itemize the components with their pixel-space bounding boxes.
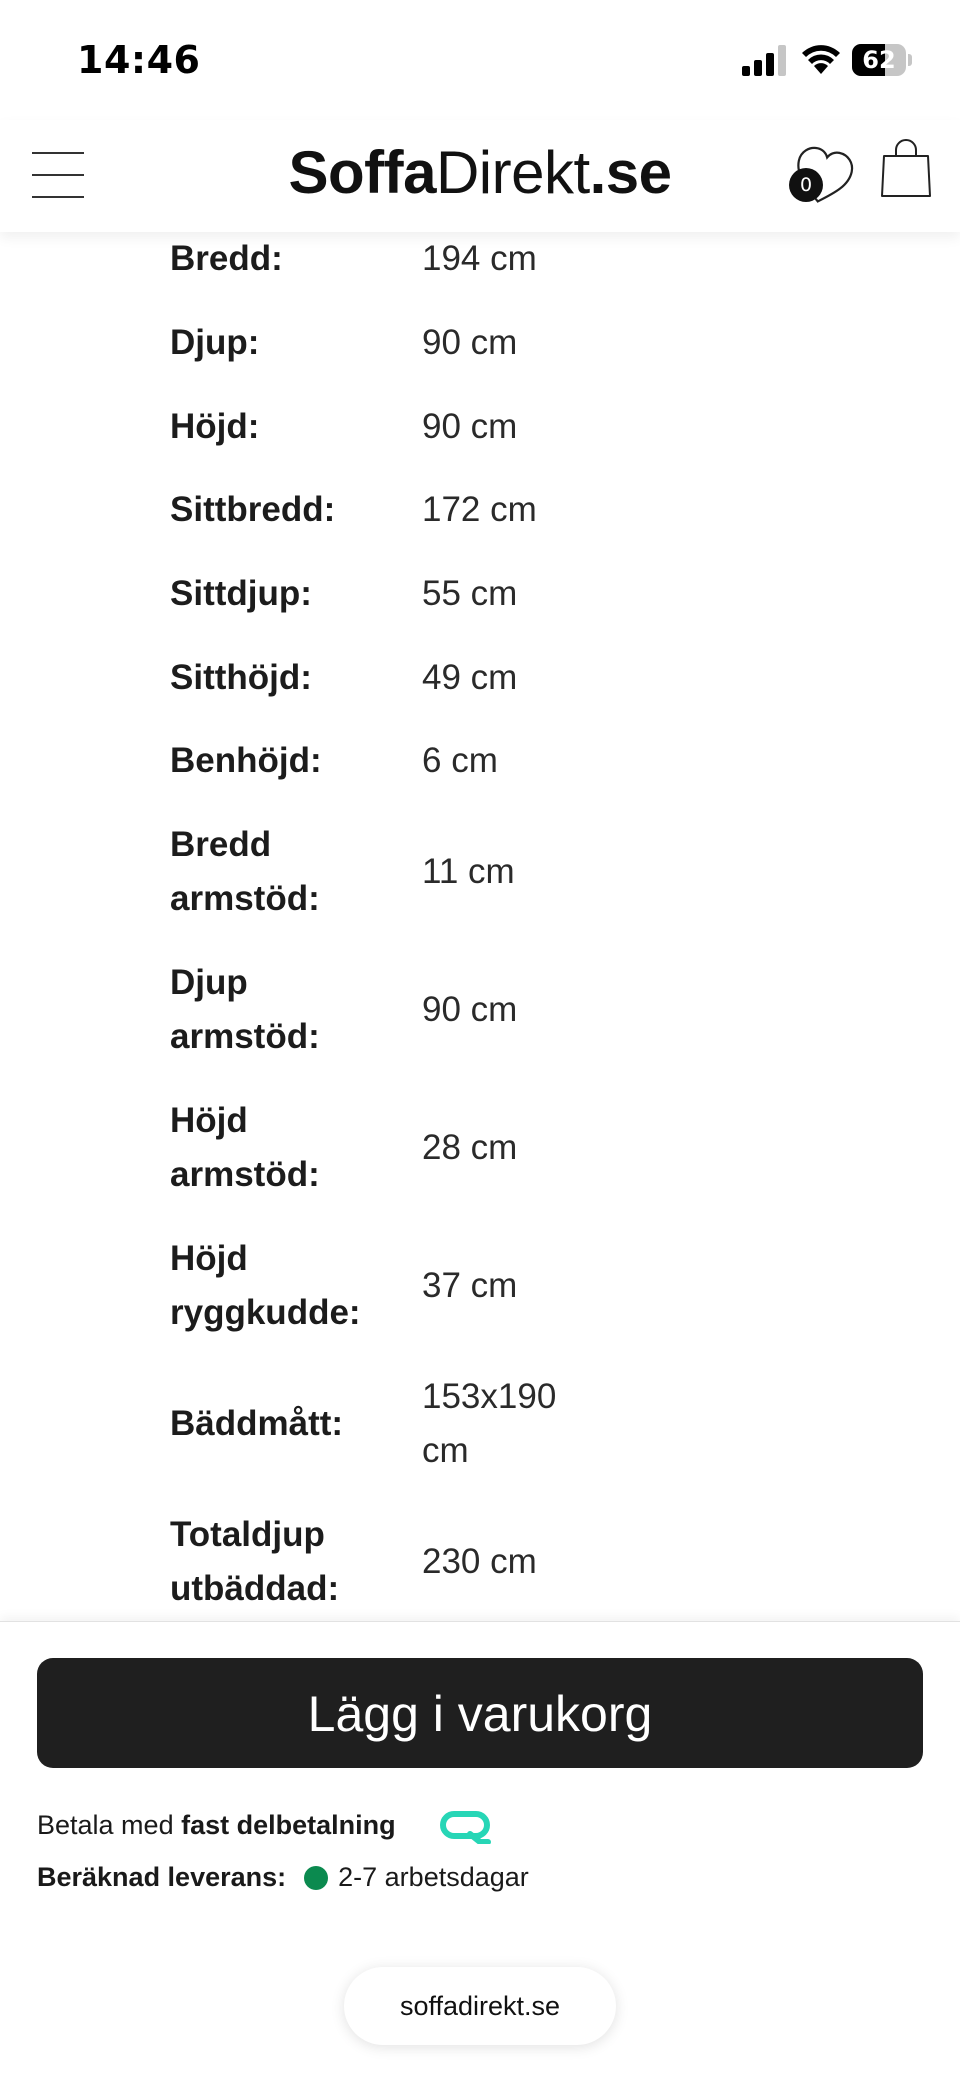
site-header: SoffaDirekt.se 0 xyxy=(0,120,960,232)
logo-suffix: .se xyxy=(589,139,672,206)
spec-label: Höjd armstöd: xyxy=(170,1101,320,1194)
spec-label: Djup: xyxy=(170,323,260,362)
delivery-info: Beräknad leverans: 2-7 arbetsdagar xyxy=(37,1862,529,1893)
spec-value: 90 cm xyxy=(422,323,518,362)
status-bar: 14:46 62 xyxy=(0,0,960,120)
add-to-cart-button[interactable]: Lägg i varukorg xyxy=(37,1658,923,1768)
spec-label: Sittdjup: xyxy=(170,574,312,613)
cart-button[interactable] xyxy=(880,138,932,198)
spec-value: 49 cm xyxy=(422,658,518,697)
spec-label: Totaldjup utbäddad: xyxy=(170,1515,340,1608)
spec-label: Benhöjd: xyxy=(170,741,322,780)
spec-value: 172 cm xyxy=(422,490,537,529)
spec-value: 28 cm xyxy=(422,1128,518,1167)
delivery-label: Beräknad leverans: xyxy=(37,1862,287,1892)
spec-label: Höjd ryggkudde: xyxy=(170,1239,361,1332)
status-time: 14:46 xyxy=(77,38,201,82)
payment-provider-icon xyxy=(440,1811,491,1844)
spec-value: 55 cm xyxy=(422,574,518,613)
spec-value: 230 cm xyxy=(422,1542,537,1581)
purchase-panel: Lägg i varukorg Betala med fast delbetal… xyxy=(0,1621,960,2079)
product-specifications: Bredd: 194 cm Djup: 90 cm Höjd: 90 cm Si… xyxy=(0,232,960,1622)
battery-indicator: 62 xyxy=(852,44,912,76)
spec-value: 153x190 cm xyxy=(422,1377,557,1470)
spec-label: Bredd: xyxy=(170,239,283,278)
spec-label: Bredd armstöd: xyxy=(170,825,320,918)
spec-label: Djup armstöd: xyxy=(170,963,320,1056)
logo-bold: Soffa xyxy=(288,139,436,206)
shopping-bag-icon xyxy=(881,139,931,197)
delivery-status-dot xyxy=(304,1866,329,1890)
payment-method[interactable]: fast delbetalning xyxy=(181,1810,396,1840)
cellular-signal-icon xyxy=(742,45,786,76)
wifi-icon xyxy=(802,45,840,74)
battery-level: 62 xyxy=(862,46,896,74)
browser-url-pill[interactable]: soffadirekt.se xyxy=(344,1967,616,2045)
delivery-time: 2-7 arbetsdagar xyxy=(338,1862,529,1892)
spec-label: Höjd: xyxy=(170,407,260,446)
spec-value: 6 cm xyxy=(422,741,498,780)
spec-value: 194 cm xyxy=(422,239,537,278)
spec-value: 11 cm xyxy=(422,852,515,891)
spec-label: Sittbredd: xyxy=(170,490,336,529)
spec-value: 90 cm xyxy=(422,990,518,1029)
payment-prefix: Betala med xyxy=(37,1810,174,1840)
spec-label: Sitthöjd: xyxy=(170,658,312,697)
spec-value: 90 cm xyxy=(422,407,518,446)
wishlist-count-badge: 0 xyxy=(789,168,823,202)
spec-label: Bäddmått: xyxy=(170,1404,344,1443)
logo-regular: Direkt xyxy=(435,139,590,206)
payment-info: Betala med fast delbetalning xyxy=(37,1810,396,1841)
spec-value: 37 cm xyxy=(422,1266,518,1305)
